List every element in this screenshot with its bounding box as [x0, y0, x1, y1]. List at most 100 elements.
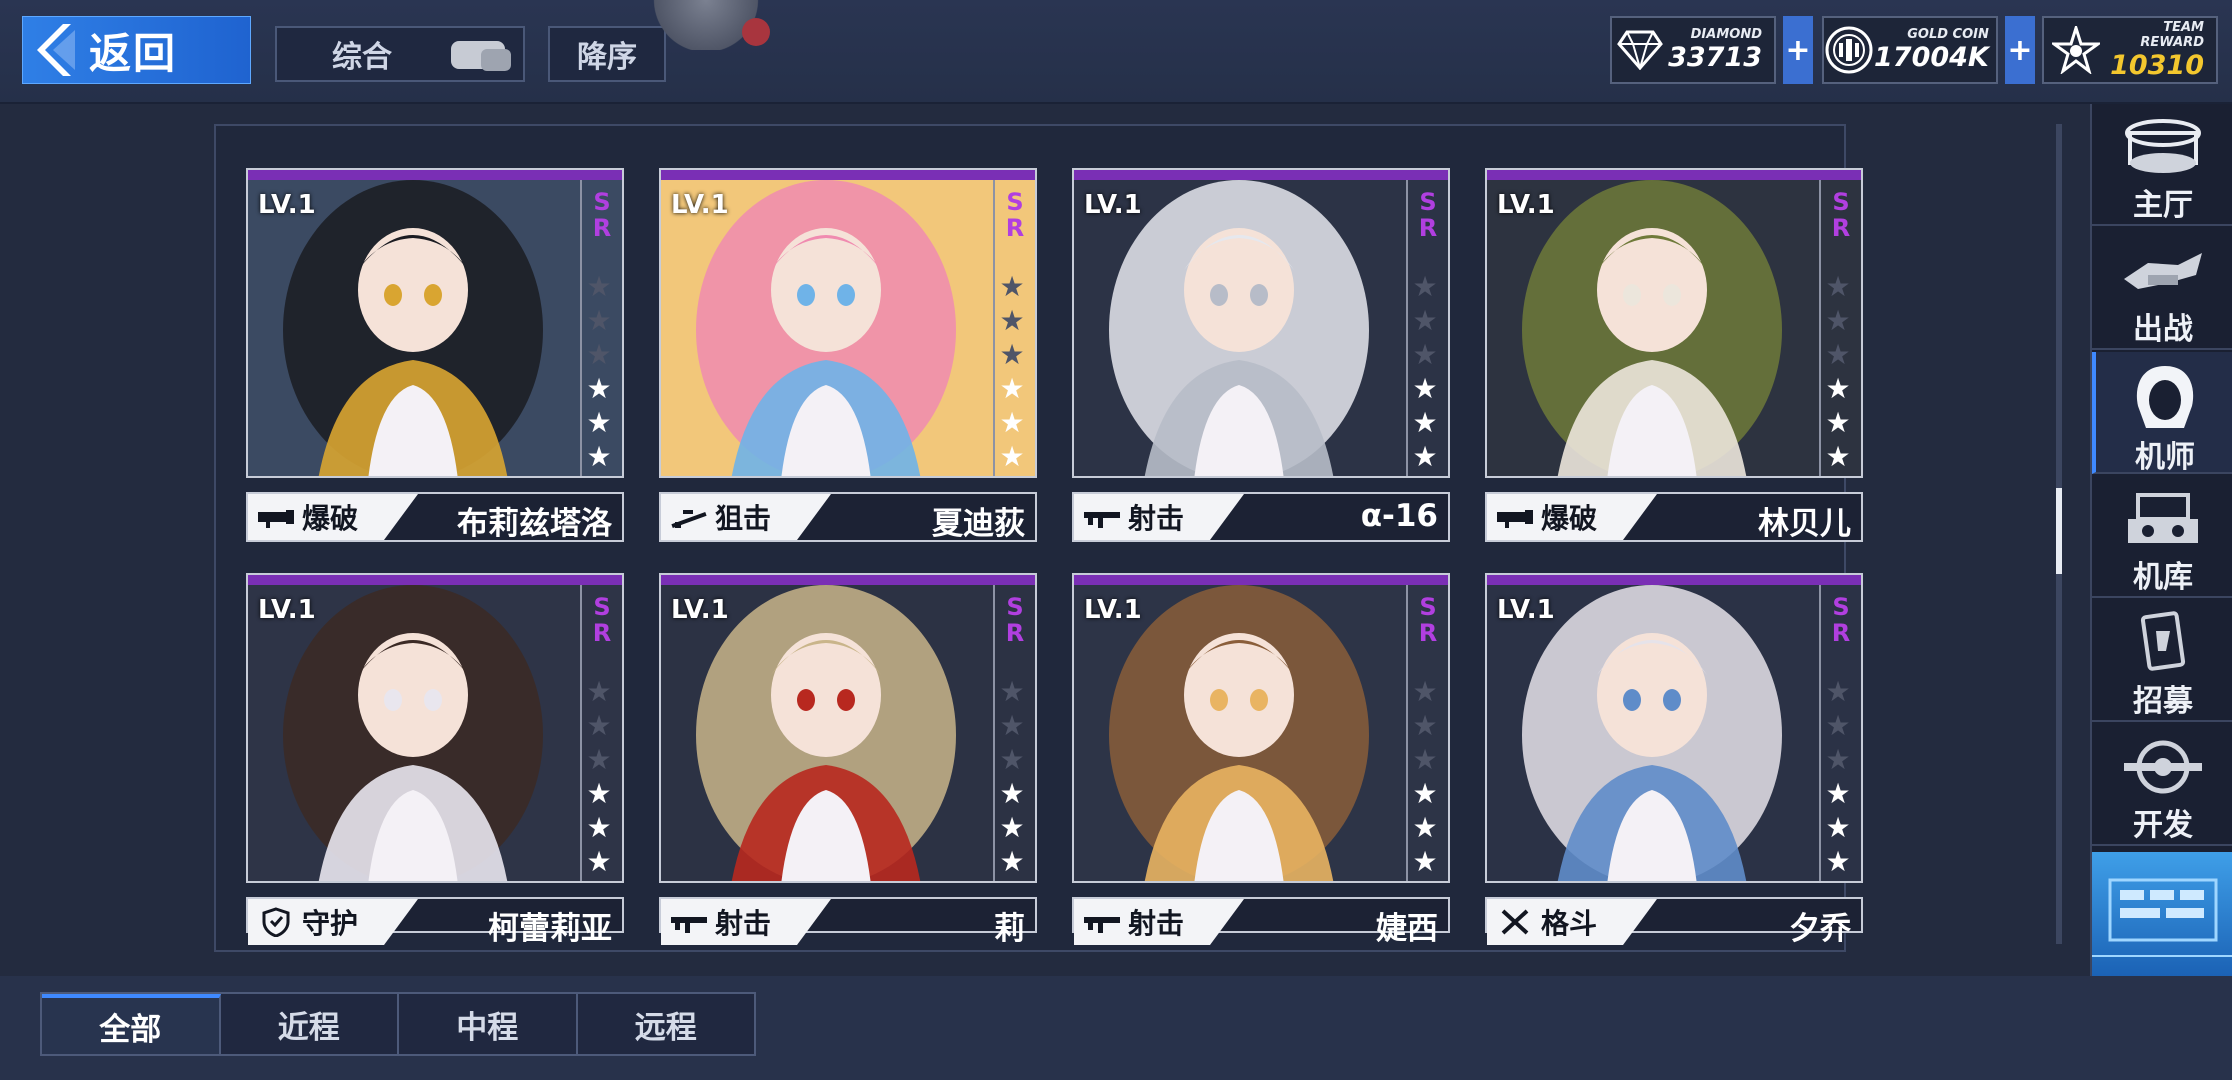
star-empty-icon: ★ [999, 743, 1025, 776]
pilot-art [1074, 585, 1404, 881]
pilot-portrait: LV.1 SR ★ ★ ★ ★ ★ ★ [246, 573, 624, 883]
pilot-level: LV.1 [1084, 190, 1142, 220]
develop-icon [2113, 734, 2213, 800]
add-gold-button[interactable]: + [2005, 16, 2035, 84]
role-label: 射击 [1128, 502, 1185, 535]
star-rating: ★ ★ ★ ★ ★ ★ [1410, 675, 1440, 879]
scrollbar-thumb[interactable] [2056, 488, 2062, 574]
tab-1[interactable]: 近程 [221, 994, 399, 1054]
tab-3[interactable]: 远程 [578, 994, 755, 1054]
pilot-name: α-16 [1360, 498, 1438, 534]
pilot-art [1487, 585, 1817, 881]
star-empty-icon: ★ [1825, 270, 1851, 303]
tab-2[interactable]: 中程 [399, 994, 578, 1054]
rarity-badge: SR [1414, 188, 1442, 240]
pilot-card[interactable]: LV.1 SR ★ ★ ★ ★ ★ ★ 爆破 布莉兹塔洛 [246, 168, 624, 544]
pilot-level: LV.1 [1497, 595, 1555, 625]
team-reward-counter: TEAM REWARD 10310 [2042, 16, 2218, 84]
star-filled-icon: ★ [999, 845, 1025, 878]
star-rating: ★ ★ ★ ★ ★ ★ [1823, 675, 1853, 879]
pilot-card[interactable]: LV.1 SR ★ ★ ★ ★ ★ ★ 射击 婕西 [1072, 573, 1450, 947]
base-minimap-button[interactable] [2092, 852, 2232, 976]
pilot-card[interactable]: LV.1 SR ★ ★ ★ ★ ★ ★ 狙击 夏迪荻 [659, 168, 1037, 544]
nav-item-5[interactable]: 开发 [2092, 724, 2232, 846]
sniper-rifle-icon [669, 502, 709, 532]
sort-mode-button[interactable]: 综合 [275, 26, 525, 82]
pilot-info-bar: 射击 莉 [659, 897, 1037, 947]
assault-rifle-icon [669, 907, 709, 937]
nav-item-4[interactable]: 招募 [2092, 600, 2232, 722]
nav-label: 招募 [2133, 684, 2193, 719]
gold-coin-icon [1824, 18, 1874, 82]
pilot-name: 夕乔 [1789, 911, 1851, 947]
crossed-swords-icon [1495, 907, 1535, 937]
pilot-role: 射击 [1074, 494, 1244, 540]
pilot-art [248, 180, 578, 476]
nav-label: 主厅 [2133, 188, 2193, 223]
rarity-bar [1074, 575, 1448, 585]
rarity-bar [1074, 170, 1448, 180]
back-button[interactable]: 返回 [22, 16, 251, 84]
pilot-art [248, 585, 578, 881]
assault-rifle-icon [1082, 907, 1122, 937]
toggle-icon [451, 41, 511, 71]
star-filled-icon: ★ [1412, 406, 1438, 439]
pilot-card[interactable]: LV.1 SR ★ ★ ★ ★ ★ ★ 守护 柯蕾莉亚 [246, 573, 624, 947]
card-divider [580, 180, 582, 476]
nav-label: 机库 [2133, 560, 2193, 595]
rarity-bar [661, 170, 1035, 180]
star-empty-icon: ★ [586, 743, 612, 776]
nav-label: 机师 [2135, 440, 2195, 475]
pilot-level: LV.1 [258, 595, 316, 625]
star-filled-icon: ★ [1825, 440, 1851, 473]
nav-item-1[interactable]: 出战 [2092, 228, 2232, 350]
pilot-level: LV.1 [258, 190, 316, 220]
tab-0[interactable]: 全部 [42, 994, 221, 1054]
pilot-name: 柯蕾莉亚 [488, 911, 612, 947]
pilot-portrait: LV.1 SR ★ ★ ★ ★ ★ ★ [1072, 573, 1450, 883]
pilot-card[interactable]: LV.1 SR ★ ★ ★ ★ ★ ★ 格斗 夕乔 [1485, 573, 1863, 947]
card-divider [1406, 180, 1408, 476]
diamond-counter: DIAMOND 33713 [1610, 16, 1776, 84]
pilot-info-bar: 爆破 布莉兹塔洛 [246, 492, 624, 542]
gold-coin-value: 17004K [1874, 42, 1989, 73]
pilot-name: 林贝儿 [1758, 506, 1851, 542]
star-empty-icon: ★ [586, 270, 612, 303]
plus-icon: + [2007, 32, 2033, 68]
star-empty-icon: ★ [586, 338, 612, 371]
shield-icon [256, 907, 296, 937]
role-label: 爆破 [1541, 502, 1598, 535]
pilot-info-bar: 狙击 夏迪荻 [659, 492, 1037, 542]
pilot-card[interactable]: LV.1 SR ★ ★ ★ ★ ★ ★ 射击 α-16 [1072, 168, 1450, 544]
base-map-icon [2092, 878, 2232, 957]
role-label: 射击 [1128, 907, 1185, 940]
main-hall-icon [2113, 114, 2213, 180]
nav-item-3[interactable]: 机库 [2092, 476, 2232, 598]
gold-coin-counter: GOLD COIN 17004K [1822, 16, 1998, 84]
team-reward-caption: TEAM REWARD [2140, 19, 2204, 50]
bottom-bar: 全部 近程 中程 远程 [0, 976, 2232, 1080]
nav-item-0[interactable]: 主厅 [2092, 104, 2232, 226]
card-divider [993, 180, 995, 476]
star-filled-icon: ★ [999, 440, 1025, 473]
pilot-portrait: LV.1 SR ★ ★ ★ ★ ★ ★ [1485, 168, 1863, 478]
star-empty-icon: ★ [1412, 675, 1438, 708]
add-diamond-button[interactable]: + [1783, 16, 1813, 84]
star-filled-icon: ★ [1412, 372, 1438, 405]
star-filled-icon: ★ [1412, 811, 1438, 844]
rocket-launcher-icon [1495, 502, 1535, 532]
pilot-card[interactable]: LV.1 SR ★ ★ ★ ★ ★ ★ 爆破 林贝儿 [1485, 168, 1863, 544]
star-empty-icon: ★ [1412, 338, 1438, 371]
card-divider [1819, 180, 1821, 476]
hangar-icon [2113, 486, 2213, 552]
star-filled-icon: ★ [586, 777, 612, 810]
pilot-card[interactable]: LV.1 SR ★ ★ ★ ★ ★ ★ 射击 莉 [659, 573, 1037, 947]
rarity-badge: SR [1827, 188, 1855, 240]
star-empty-icon: ★ [999, 675, 1025, 708]
pilot-portrait: LV.1 SR ★ ★ ★ ★ ★ ★ [1072, 168, 1450, 478]
nav-item-2[interactable]: 机师 [2092, 352, 2232, 475]
team-reward-icon [2044, 18, 2108, 82]
pilot-art [661, 180, 991, 476]
pilot-name: 布莉兹塔洛 [457, 506, 612, 542]
star-empty-icon: ★ [999, 304, 1025, 337]
